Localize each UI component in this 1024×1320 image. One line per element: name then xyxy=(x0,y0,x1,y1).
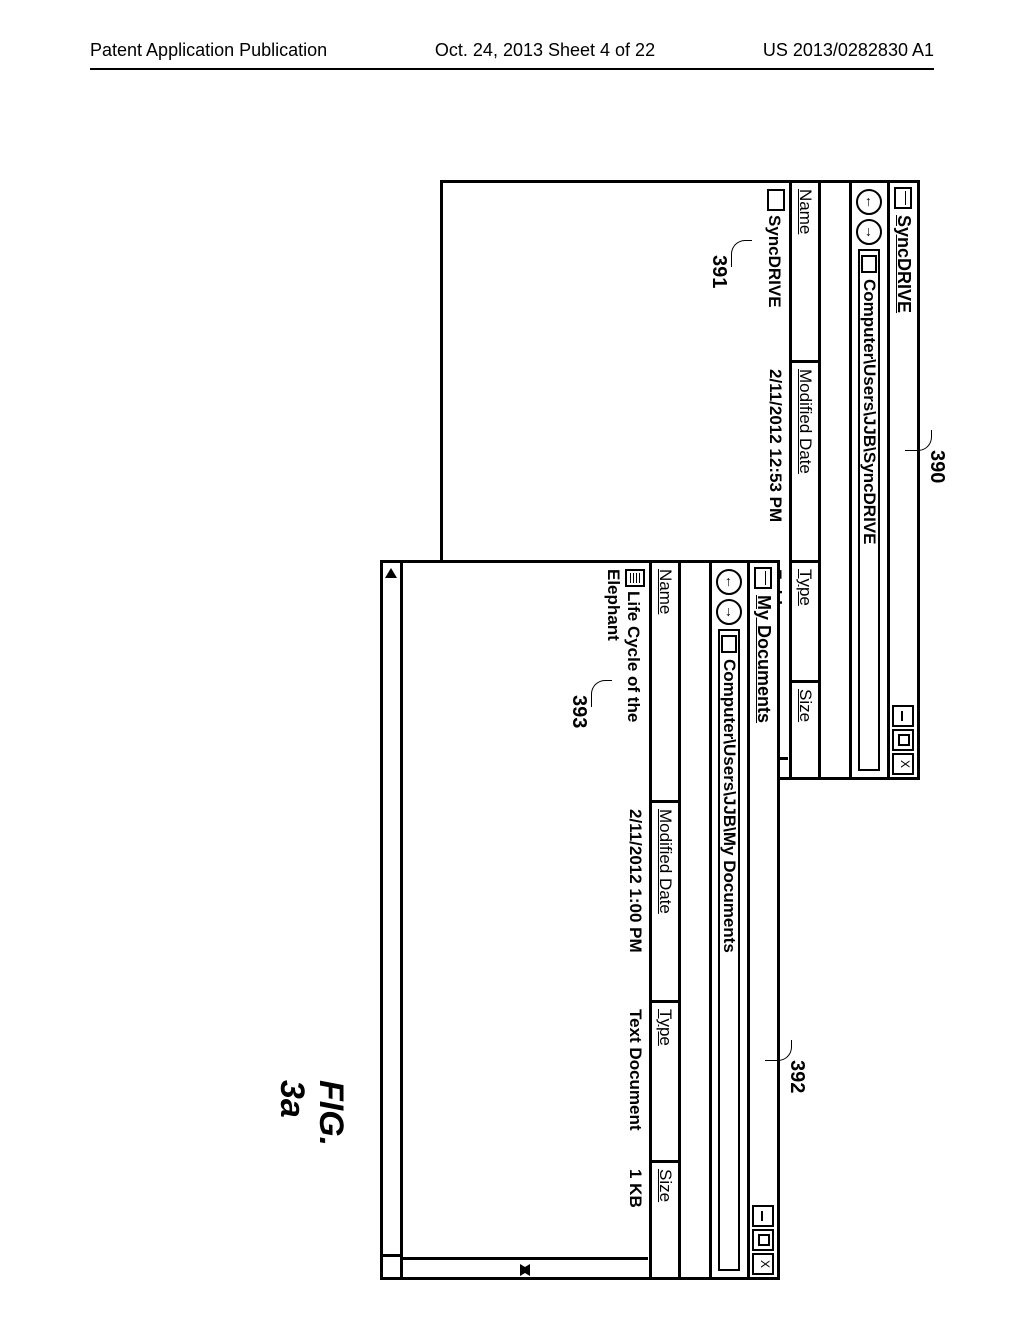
forward-button[interactable]: → xyxy=(717,599,743,625)
col-type[interactable]: Type xyxy=(652,1003,678,1163)
scroll-down-button[interactable] xyxy=(403,1260,648,1280)
close-button[interactable]: X xyxy=(893,753,915,775)
address-field[interactable]: Computer\Users\JJB\SyncDRIVE xyxy=(859,249,881,771)
col-name[interactable]: Name xyxy=(792,183,818,363)
toolbar-spacer xyxy=(818,183,849,777)
callout-leader xyxy=(905,430,932,451)
maximize-button[interactable] xyxy=(753,1229,775,1251)
date-sheet: Oct. 24, 2013 Sheet 4 of 22 xyxy=(435,40,655,61)
toolbar-spacer xyxy=(678,563,709,1277)
window-title: My Documents xyxy=(753,595,774,723)
scroll-left-button[interactable] xyxy=(383,563,400,583)
header-rule xyxy=(90,68,934,70)
scrollbar-vertical[interactable] xyxy=(403,1257,648,1277)
cell-size: 1 KB xyxy=(603,1163,645,1214)
address-bar: ← → Computer\Users\JJB\SyncDRIVE xyxy=(849,183,887,777)
col-modified[interactable]: Modified Date xyxy=(792,363,818,563)
figure-label: FIG. 3a xyxy=(272,1080,350,1146)
address-text: Computer\Users\JJB\SyncDRIVE xyxy=(860,279,880,544)
column-headers: Name Modified Date Type Size xyxy=(649,563,678,1277)
callout-leader xyxy=(731,240,752,267)
scrollbar-corner xyxy=(383,1254,400,1277)
col-name[interactable]: Name xyxy=(652,563,678,803)
pub-label: Patent Application Publication xyxy=(90,40,327,61)
figure-area: SyncDRIVE X ← → Computer\Users\JJB\SyncD… xyxy=(0,270,1024,1070)
maximize-button[interactable] xyxy=(893,729,915,751)
cell-modified: 2/11/2012 12:53 PM xyxy=(764,363,785,563)
col-type[interactable]: Type xyxy=(792,563,818,683)
folder-icon xyxy=(895,187,913,209)
folder-icon xyxy=(767,189,785,211)
close-button[interactable]: X xyxy=(753,1253,775,1275)
column-headers: Name Modified Date Type Size xyxy=(789,183,818,777)
window-controls: X xyxy=(753,1205,775,1277)
col-size[interactable]: Size xyxy=(652,1163,678,1277)
titlebar[interactable]: SyncDRIVE X xyxy=(887,183,917,777)
callout-390: 390 xyxy=(925,450,948,483)
cell-name: SyncDRIVE xyxy=(764,183,785,363)
callout-leader xyxy=(591,680,612,707)
cell-modified: 2/11/2012 1:00 PM xyxy=(603,803,645,1003)
address-text: Computer\Users\JJB\My Documents xyxy=(720,659,740,953)
callout-391: 391 xyxy=(707,255,730,288)
pub-number: US 2013/0282830 A1 xyxy=(763,40,934,61)
minimize-button[interactable] xyxy=(753,1205,775,1227)
drive-icon xyxy=(722,635,738,653)
col-size[interactable]: Size xyxy=(792,683,818,777)
forward-button[interactable]: → xyxy=(857,219,883,245)
callout-393: 393 xyxy=(567,695,590,728)
table-row[interactable]: Life Cycle of the Elephant 2/11/2012 1:0… xyxy=(599,563,649,1277)
back-button[interactable]: ← xyxy=(717,569,743,595)
drive-icon xyxy=(862,255,878,273)
address-field[interactable]: Computer\Users\JJB\My Documents xyxy=(719,629,741,1271)
window-title: SyncDRIVE xyxy=(893,215,914,313)
window-controls: X xyxy=(893,705,915,777)
col-modified[interactable]: Modified Date xyxy=(652,803,678,1003)
minimize-button[interactable] xyxy=(893,705,915,727)
callout-leader xyxy=(765,1040,792,1061)
folder-icon xyxy=(755,567,773,589)
titlebar[interactable]: My Documents X xyxy=(747,563,777,1277)
back-button[interactable]: ← xyxy=(857,189,883,215)
callout-392: 392 xyxy=(785,1060,808,1093)
window-mydocuments: My Documents X ← → Computer\Users\JJB\My… xyxy=(380,560,780,1280)
scrollbar-horizontal[interactable] xyxy=(383,563,403,1277)
cell-type: Text Document xyxy=(603,1003,645,1163)
address-bar: ← → Computer\Users\JJB\My Documents xyxy=(709,563,747,1277)
document-icon xyxy=(625,569,645,587)
page-header: Patent Application Publication Oct. 24, … xyxy=(90,40,934,61)
